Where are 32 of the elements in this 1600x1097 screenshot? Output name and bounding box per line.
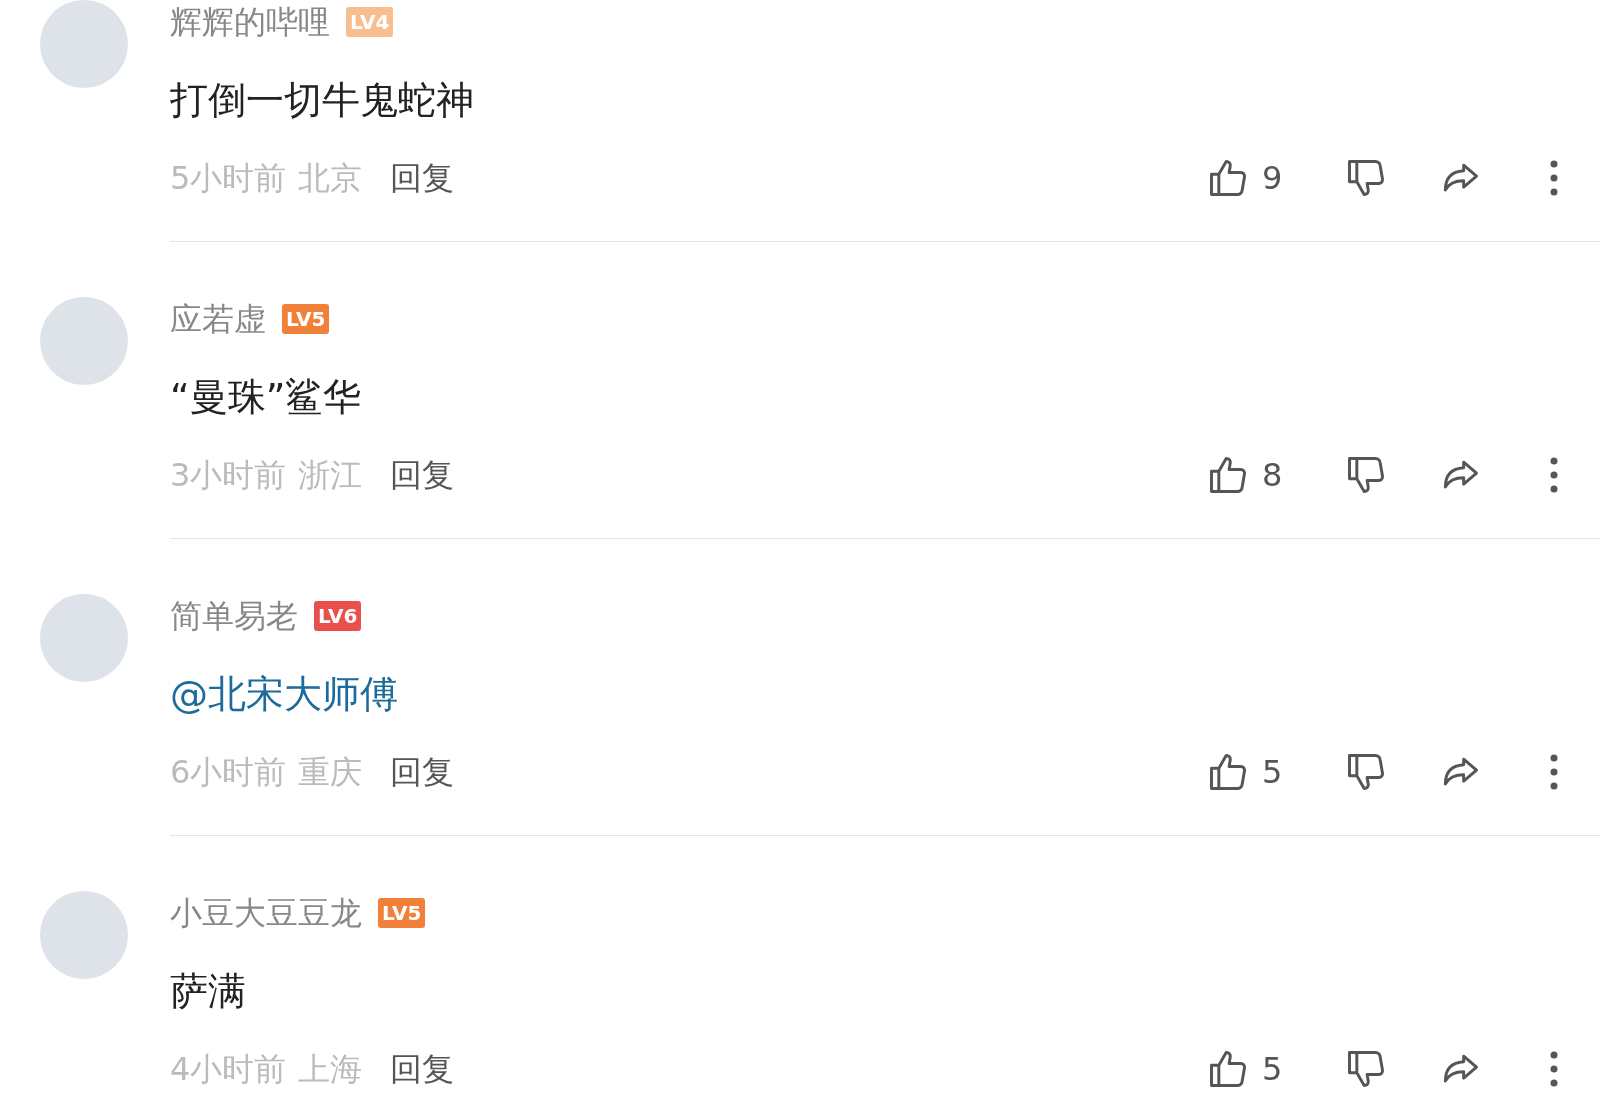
reply-button[interactable]: 回复: [390, 1045, 455, 1093]
like-count: 8: [1262, 455, 1284, 496]
location: 浙江: [298, 455, 363, 496]
reply-button[interactable]: 回复: [390, 748, 455, 796]
level-badge: LV5: [378, 898, 426, 928]
level-badge: LV6: [314, 601, 362, 631]
like-count: 5: [1262, 752, 1284, 793]
time: 4小时前: [170, 1049, 287, 1090]
username[interactable]: 应若虚: [170, 295, 266, 343]
reply-button[interactable]: 回复: [390, 154, 455, 202]
location: 重庆: [298, 752, 363, 793]
time: 6小时前: [170, 752, 287, 793]
username[interactable]: 辉辉的哔哩: [170, 0, 330, 46]
more-icon[interactable]: [1548, 1049, 1560, 1089]
level-badge: LV4: [346, 7, 394, 37]
comment-text: “曼珠”鲨华: [170, 373, 362, 421]
location: 北京: [298, 158, 363, 199]
location: 上海: [298, 1049, 363, 1090]
time: 5小时前: [170, 158, 287, 199]
comment-text: 萨满: [170, 967, 246, 1015]
like-count: 9: [1262, 158, 1284, 199]
more-icon[interactable]: [1548, 455, 1560, 495]
comment-text: 打倒一切牛鬼蛇神: [170, 76, 474, 124]
level-badge: LV5: [282, 304, 330, 334]
comment-text: @北宋大师傅: [170, 670, 398, 718]
username[interactable]: 小豆大豆豆龙: [170, 889, 362, 937]
username[interactable]: 简单易老: [170, 592, 298, 640]
more-icon[interactable]: [1548, 158, 1560, 198]
more-icon[interactable]: [1548, 752, 1560, 792]
like-count: 5: [1262, 1049, 1284, 1090]
reply-button[interactable]: 回复: [390, 451, 455, 499]
time: 3小时前: [170, 455, 287, 496]
